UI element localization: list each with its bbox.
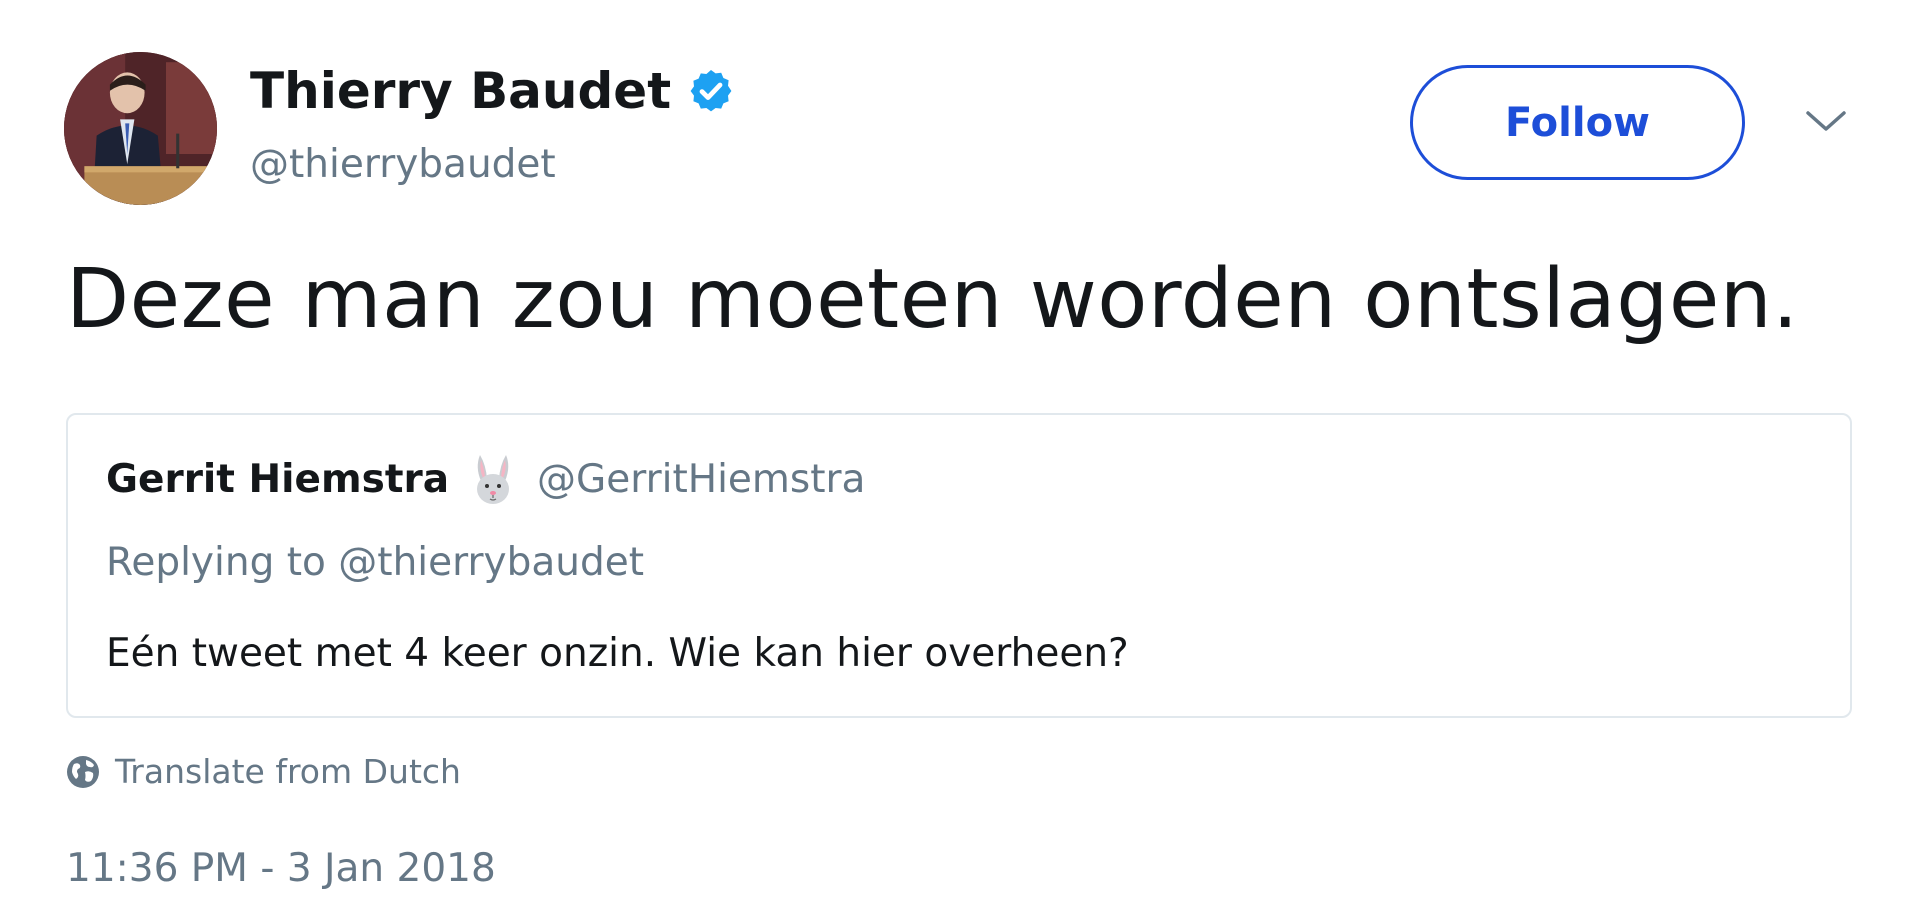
quoted-tweet[interactable]: Gerrit Hiemstra @GerritHiemstra Replying… — [66, 413, 1852, 718]
follow-button[interactable]: Follow — [1410, 65, 1745, 180]
tweet-text: Deze man zou moeten worden ontslagen. — [66, 252, 1799, 347]
chevron-down-icon[interactable] — [1803, 107, 1849, 137]
replying-to-label: Replying to — [106, 540, 339, 585]
tweet-timestamp[interactable]: 11:36 PM - 3 Jan 2018 — [66, 846, 496, 891]
author-name-row[interactable]: Thierry Baudet — [250, 62, 735, 120]
quoted-tweet-header: Gerrit Hiemstra @GerritHiemstra — [106, 451, 865, 507]
author-avatar[interactable] — [64, 52, 217, 205]
tweet-container: Thierry Baudet @thierrybaudet Follow Dez… — [0, 0, 1920, 924]
translate-label[interactable]: Translate from Dutch — [115, 752, 461, 791]
quoted-author-name: Gerrit Hiemstra — [106, 456, 450, 502]
quoted-author-handle: @GerritHiemstra — [537, 456, 866, 502]
author-name[interactable]: Thierry Baudet — [250, 62, 671, 120]
author-handle[interactable]: @thierrybaudet — [250, 142, 556, 187]
replying-to: Replying to @thierrybaudet — [106, 540, 644, 585]
verified-badge-icon — [687, 67, 735, 115]
globe-icon — [66, 755, 100, 789]
replying-to-mention[interactable]: @thierrybaudet — [338, 540, 644, 585]
translate-link[interactable]: Translate from Dutch — [66, 752, 461, 791]
rabbit-face-icon — [465, 451, 521, 507]
quoted-tweet-text: Eén tweet met 4 keer onzin. Wie kan hier… — [106, 631, 1129, 676]
avatar-photo — [64, 52, 217, 205]
